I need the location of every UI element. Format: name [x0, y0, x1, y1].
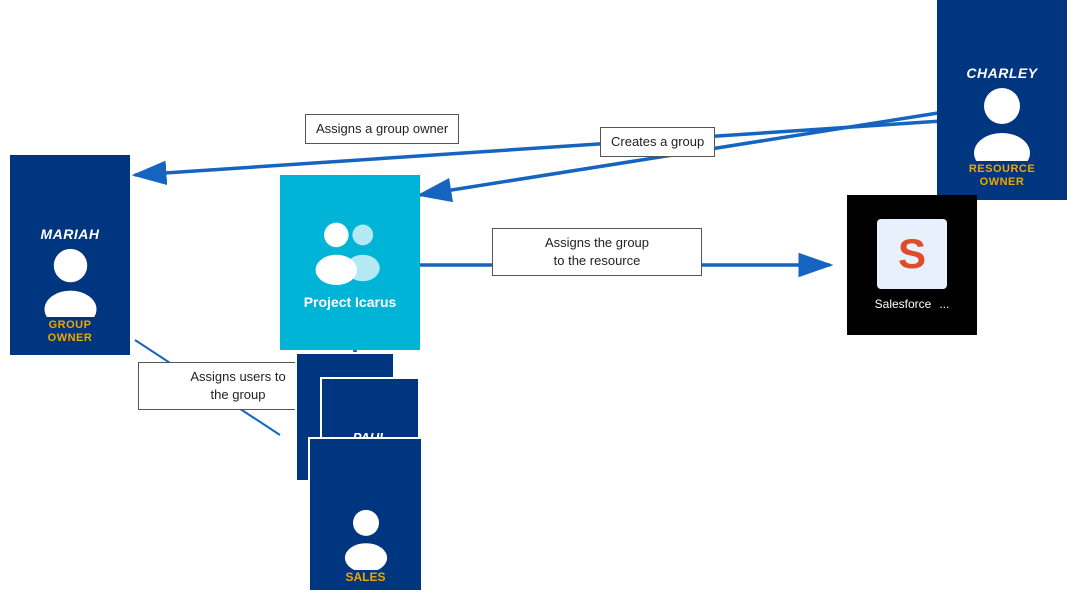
assigns-resource-label: Assigns the groupto the resource [492, 228, 702, 276]
assigns-owner-label: Assigns a group owner [305, 114, 459, 144]
salesforce-label: Salesforce ... [875, 297, 950, 311]
mariah-role: GROUPOWNER [48, 319, 93, 345]
project-icarus-label: Project Icarus [304, 294, 397, 310]
mariah-name: MARIAH [39, 222, 102, 242]
sales-card: SALES [308, 437, 423, 592]
mariah-avatar [38, 242, 103, 317]
salesforce-card: S Salesforce ... [847, 195, 977, 335]
mariah-card: MARIAH GROUPOWNER [10, 155, 130, 355]
charley-card: CHARLEY RESOURCEOWNER [937, 0, 1067, 200]
charley-name: CHARLEY [964, 61, 1039, 81]
diagram-container: CHARLEY RESOURCEOWNER MARIAH GROUPOWNER … [0, 0, 1087, 602]
group-people-icon [308, 216, 393, 286]
sales-name: SALES [345, 570, 385, 584]
charley-role: RESOURCEOWNER [969, 163, 1035, 189]
sales-avatar [336, 505, 396, 570]
salesforce-logo: S [877, 219, 947, 289]
charley-avatar [967, 81, 1037, 161]
project-icarus-card: Project Icarus [280, 175, 420, 350]
creates-group-label: Creates a group [600, 127, 715, 157]
